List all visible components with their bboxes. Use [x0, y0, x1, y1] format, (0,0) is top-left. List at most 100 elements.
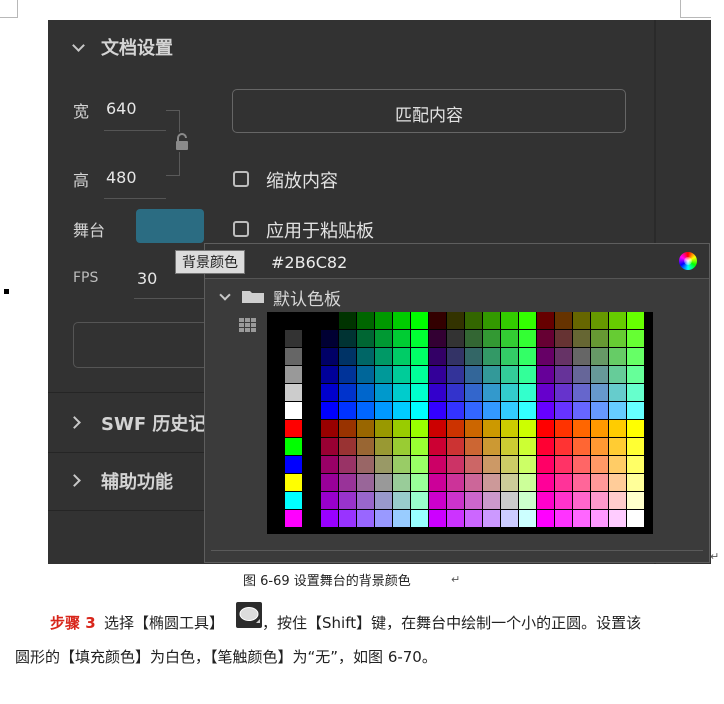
doc-settings-title[interactable]: 文档设置 — [101, 34, 173, 60]
color-swatch[interactable] — [483, 384, 500, 401]
color-swatch[interactable] — [357, 510, 374, 527]
color-swatch[interactable] — [375, 312, 392, 329]
color-swatch[interactable] — [573, 438, 590, 455]
more-settings-button[interactable] — [73, 322, 213, 368]
color-swatch[interactable] — [573, 456, 590, 473]
color-wheel-icon[interactable] — [679, 252, 697, 270]
color-swatch[interactable] — [609, 456, 626, 473]
color-swatch[interactable] — [537, 402, 554, 419]
color-swatch[interactable] — [483, 402, 500, 419]
color-swatch[interactable] — [537, 366, 554, 383]
color-swatch[interactable] — [339, 492, 356, 509]
color-swatch[interactable] — [519, 312, 536, 329]
color-swatch[interactable] — [573, 348, 590, 365]
color-swatch[interactable] — [339, 438, 356, 455]
match-content-button[interactable]: 匹配内容 — [232, 89, 626, 133]
color-swatch[interactable] — [429, 366, 446, 383]
color-swatch[interactable] — [267, 348, 284, 365]
color-swatch[interactable] — [501, 474, 518, 491]
color-swatch[interactable] — [375, 348, 392, 365]
color-swatch[interactable] — [339, 330, 356, 347]
color-swatch[interactable] — [303, 438, 320, 455]
color-swatch[interactable] — [429, 402, 446, 419]
color-swatch[interactable] — [501, 384, 518, 401]
color-swatch[interactable] — [411, 456, 428, 473]
color-swatch[interactable] — [303, 420, 320, 437]
color-swatch[interactable] — [285, 492, 302, 509]
color-swatch[interactable] — [267, 438, 284, 455]
color-swatch[interactable] — [609, 420, 626, 437]
color-swatch[interactable] — [519, 384, 536, 401]
color-swatch[interactable] — [411, 330, 428, 347]
color-swatch[interactable] — [303, 348, 320, 365]
color-swatch[interactable] — [537, 384, 554, 401]
color-swatch[interactable] — [447, 366, 464, 383]
color-swatch[interactable] — [447, 420, 464, 437]
color-swatch[interactable] — [303, 312, 320, 329]
color-swatch[interactable] — [537, 330, 554, 347]
color-swatch[interactable] — [393, 474, 410, 491]
color-swatch[interactable] — [393, 456, 410, 473]
color-swatch[interactable] — [357, 420, 374, 437]
color-swatch[interactable] — [537, 348, 554, 365]
color-swatch[interactable] — [285, 312, 302, 329]
color-swatch[interactable] — [555, 492, 572, 509]
color-swatch[interactable] — [519, 456, 536, 473]
color-swatch[interactable] — [465, 330, 482, 347]
color-swatch[interactable] — [627, 348, 644, 365]
height-value[interactable]: 480 — [106, 168, 137, 187]
color-swatch[interactable] — [591, 510, 608, 527]
color-swatch[interactable] — [627, 456, 644, 473]
color-swatch[interactable] — [537, 420, 554, 437]
color-swatch[interactable] — [447, 456, 464, 473]
color-swatch[interactable] — [411, 312, 428, 329]
color-swatch[interactable] — [393, 312, 410, 329]
color-swatch[interactable] — [339, 402, 356, 419]
color-swatch[interactable] — [267, 456, 284, 473]
color-swatch[interactable] — [573, 474, 590, 491]
color-swatch[interactable] — [375, 492, 392, 509]
color-swatch[interactable] — [357, 366, 374, 383]
color-swatch[interactable] — [465, 492, 482, 509]
color-swatch[interactable] — [573, 330, 590, 347]
color-swatch[interactable] — [393, 384, 410, 401]
color-swatch[interactable] — [411, 366, 428, 383]
color-swatch[interactable] — [267, 402, 284, 419]
color-swatch[interactable] — [285, 402, 302, 419]
color-swatch[interactable] — [303, 492, 320, 509]
color-swatch[interactable] — [627, 330, 644, 347]
stage-color-swatch[interactable] — [136, 209, 204, 243]
color-swatch[interactable] — [465, 384, 482, 401]
palette-title[interactable]: 默认色板 — [273, 285, 341, 310]
color-swatch[interactable] — [375, 438, 392, 455]
color-swatch[interactable] — [357, 474, 374, 491]
color-swatch[interactable] — [375, 456, 392, 473]
color-swatch[interactable] — [339, 348, 356, 365]
color-swatch[interactable] — [357, 384, 374, 401]
color-swatch[interactable] — [573, 510, 590, 527]
color-swatch[interactable] — [303, 474, 320, 491]
color-swatch[interactable] — [465, 438, 482, 455]
color-swatch[interactable] — [573, 312, 590, 329]
color-swatch[interactable] — [321, 420, 338, 437]
color-swatch[interactable] — [573, 384, 590, 401]
color-swatch[interactable] — [519, 348, 536, 365]
color-swatch[interactable] — [591, 474, 608, 491]
color-swatch[interactable] — [573, 366, 590, 383]
color-swatch[interactable] — [429, 384, 446, 401]
color-swatch[interactable] — [393, 438, 410, 455]
color-swatch[interactable] — [519, 474, 536, 491]
color-swatch[interactable] — [303, 402, 320, 419]
color-swatch[interactable] — [591, 312, 608, 329]
color-swatch[interactable] — [609, 402, 626, 419]
color-swatch[interactable] — [501, 366, 518, 383]
color-swatch[interactable] — [357, 348, 374, 365]
color-swatch[interactable] — [393, 348, 410, 365]
color-swatch[interactable] — [555, 366, 572, 383]
color-swatch[interactable] — [393, 366, 410, 383]
color-swatch[interactable] — [483, 420, 500, 437]
color-swatch[interactable] — [591, 420, 608, 437]
color-swatch[interactable] — [267, 492, 284, 509]
color-swatch[interactable] — [555, 384, 572, 401]
color-swatch[interactable] — [411, 402, 428, 419]
